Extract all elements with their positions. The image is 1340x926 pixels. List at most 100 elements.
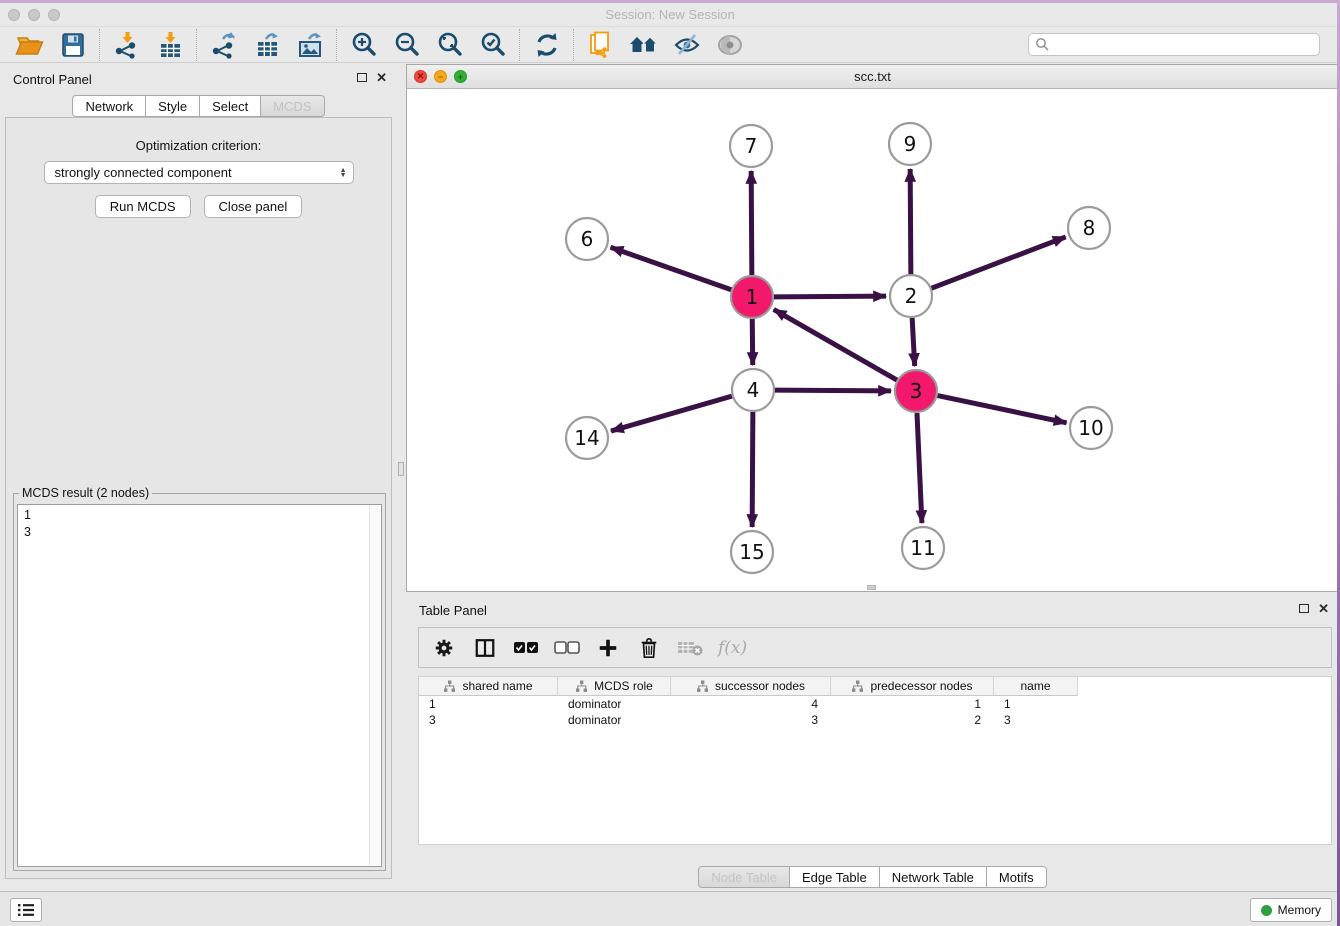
result-scrollbar[interactable] (369, 506, 380, 865)
float-table-panel-icon[interactable] (1299, 604, 1309, 613)
tab-style[interactable]: Style (146, 95, 200, 117)
network-graph[interactable]: 7 9 6 8 1 2 4 3 14 10 15 11 (407, 89, 1338, 591)
delete-table-icon (677, 639, 703, 657)
apply-layout-button[interactable] (525, 28, 568, 62)
network-canvas[interactable]: 7 9 6 8 1 2 4 3 14 10 15 11 (407, 89, 1338, 591)
node-11[interactable]: 11 (902, 527, 944, 569)
edge-2-8[interactable] (932, 237, 1066, 288)
show-hidden-button[interactable] (708, 28, 751, 62)
node-label: 8 (1083, 216, 1096, 240)
node-14[interactable]: 14 (566, 417, 608, 459)
node-4[interactable]: 4 (732, 369, 774, 411)
run-mcds-button[interactable]: Run MCDS (95, 195, 191, 218)
new-network-from-selection-button[interactable] (579, 28, 622, 62)
column-header-mcds-role[interactable]: MCDS role (558, 677, 671, 696)
node-6[interactable]: 6 (566, 218, 608, 260)
tab-select[interactable]: Select (200, 95, 261, 117)
select-all-rows-button[interactable] (513, 634, 539, 662)
edge-3-10[interactable] (938, 396, 1067, 423)
deselect-all-rows-button[interactable] (554, 634, 580, 662)
table-options-button[interactable] (431, 634, 457, 662)
import-network-button[interactable] (105, 28, 148, 62)
delete-column-button[interactable] (636, 634, 662, 662)
table-cell[interactable]: 1 (994, 696, 1078, 712)
tab-edge-table[interactable]: Edge Table (790, 866, 880, 888)
column-header-name[interactable]: name (994, 677, 1078, 696)
table-cell[interactable]: 2 (831, 712, 994, 728)
table-row[interactable]: 3dominator323 (419, 712, 1331, 728)
criterion-select[interactable]: strongly connected component ▲▼ (44, 161, 354, 184)
toolbar-separator (573, 29, 574, 61)
table-cell[interactable]: dominator (558, 696, 671, 712)
tab-network-table[interactable]: Network Table (880, 866, 987, 888)
table-cell[interactable]: 3 (671, 712, 831, 728)
tab-network[interactable]: Network (72, 95, 146, 117)
node-1[interactable]: 1 (731, 276, 773, 318)
edge-2-3[interactable] (912, 318, 915, 366)
table-cell[interactable]: 3 (994, 712, 1078, 728)
search-input[interactable] (1050, 38, 1313, 52)
open-session-button[interactable] (8, 28, 51, 62)
table-cell[interactable]: 1 (419, 696, 558, 712)
create-column-button[interactable] (595, 634, 621, 662)
edge-3-1[interactable] (774, 309, 897, 380)
network-window-titlebar[interactable]: ✕ − + scc.txt (407, 65, 1338, 89)
edge-4-15[interactable] (752, 412, 753, 527)
table-cell[interactable]: 4 (671, 696, 831, 712)
search-field[interactable] (1028, 33, 1320, 56)
node-7[interactable]: 7 (730, 125, 772, 167)
zoom-selected-button[interactable] (471, 28, 514, 62)
task-history-button[interactable] (10, 898, 42, 922)
tab-motifs[interactable]: Motifs (987, 866, 1047, 888)
control-panel-tabs: NetworkStyleSelectMCDS (0, 95, 397, 117)
export-table-button[interactable] (245, 28, 288, 62)
edge-2-9[interactable] (910, 169, 911, 274)
desktop-edge-top (0, 0, 1340, 3)
export-network-button[interactable] (202, 28, 245, 62)
mcds-result-textarea[interactable]: 1 3 (17, 504, 382, 867)
table-row[interactable]: 1dominator411 (419, 696, 1331, 712)
table-cell[interactable]: dominator (558, 712, 671, 728)
node-label: 11 (910, 536, 935, 560)
column-header-predecessor-nodes[interactable]: predecessor nodes (831, 677, 994, 696)
zoom-fit-button[interactable] (428, 28, 471, 62)
hide-selected-button[interactable] (665, 28, 708, 62)
toolbar-separator (519, 29, 520, 61)
save-session-button[interactable] (51, 28, 94, 62)
canvas-scroll-thumb[interactable] (867, 585, 876, 590)
edge-4-3[interactable] (775, 390, 891, 391)
edge-1-2[interactable] (774, 296, 886, 297)
node-table[interactable]: shared nameMCDS rolesuccessor nodesprede… (418, 676, 1332, 845)
close-panel-icon[interactable]: ✕ (376, 72, 387, 83)
node-10[interactable]: 10 (1070, 407, 1112, 449)
edge-1-6[interactable] (611, 247, 732, 289)
close-table-panel-icon[interactable]: ✕ (1318, 603, 1329, 614)
export-image-button[interactable] (288, 28, 331, 62)
import-table-button[interactable] (148, 28, 191, 62)
node-label: 9 (904, 132, 917, 156)
zoom-in-button[interactable] (342, 28, 385, 62)
node-9[interactable]: 9 (889, 123, 931, 165)
close-panel-button[interactable]: Close panel (204, 195, 303, 218)
splitter-handle[interactable] (398, 462, 404, 476)
float-panel-icon[interactable] (357, 73, 367, 82)
node-15[interactable]: 15 (731, 531, 773, 573)
edge-4-14[interactable] (611, 396, 732, 431)
column-header-shared-name[interactable]: shared name (419, 677, 558, 696)
node-label: 14 (574, 426, 599, 450)
zoom-out-button[interactable] (385, 28, 428, 62)
tab-mcds[interactable]: MCDS (261, 95, 324, 117)
show-columns-button[interactable] (472, 634, 498, 662)
edge-3-11[interactable] (917, 413, 922, 523)
node-8[interactable]: 8 (1068, 207, 1110, 249)
column-header-successor-nodes[interactable]: successor nodes (671, 677, 831, 696)
node-2[interactable]: 2 (890, 275, 932, 317)
edge-1-7[interactable] (751, 171, 752, 275)
memory-button[interactable]: Memory (1250, 898, 1332, 922)
first-neighbors-button[interactable] (622, 28, 665, 62)
table-cell[interactable]: 1 (831, 696, 994, 712)
node-3[interactable]: 3 (895, 370, 937, 412)
tab-node-table[interactable]: Node Table (698, 866, 790, 888)
refresh-icon (534, 32, 560, 58)
table-cell[interactable]: 3 (419, 712, 558, 728)
